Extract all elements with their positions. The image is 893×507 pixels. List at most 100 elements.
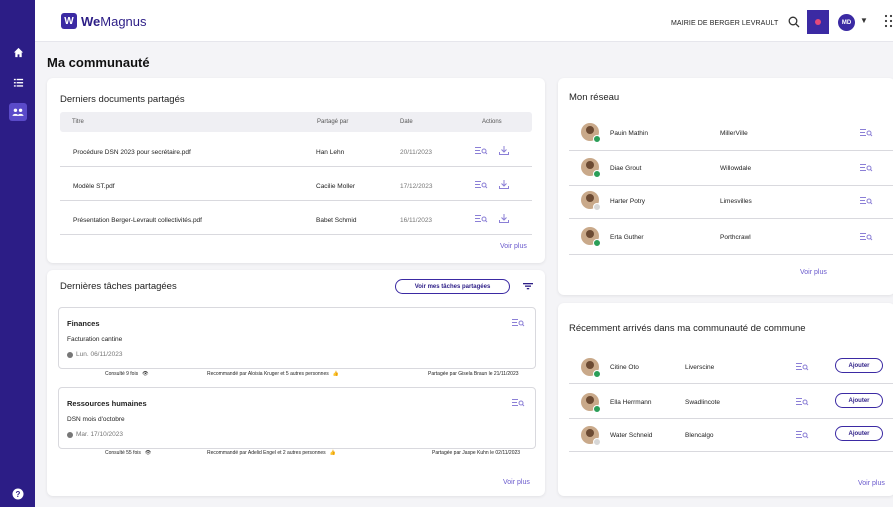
- task-views: Consulté 55 fois: [105, 450, 141, 456]
- preview-icon[interactable]: [474, 213, 488, 224]
- apps-grid-icon[interactable]: [884, 14, 893, 28]
- search-icon[interactable]: [788, 16, 800, 28]
- col-actions: Actions: [482, 119, 502, 125]
- doc-title[interactable]: Présentation Berger-Levrault collectivit…: [73, 217, 202, 224]
- avatar: [581, 158, 601, 178]
- person-name[interactable]: Pauin Mathin: [610, 130, 648, 137]
- logo-mark: W: [61, 13, 77, 29]
- community-icon[interactable]: [9, 103, 27, 121]
- preview-icon[interactable]: [511, 317, 525, 328]
- clock-icon: [67, 351, 73, 358]
- list-icon[interactable]: [10, 74, 26, 90]
- avatar: [581, 123, 601, 143]
- avatar: [581, 358, 601, 378]
- online-status-icon: [593, 239, 601, 247]
- download-icon[interactable]: [498, 145, 512, 156]
- recent-see-more-link[interactable]: Voir plus: [858, 480, 885, 487]
- tasks-card: Dernières tâches partagées Voir mes tâch…: [47, 270, 545, 496]
- preview-icon[interactable]: [859, 127, 873, 138]
- online-status-icon: [593, 370, 601, 378]
- task-category: Ressources humaines: [67, 399, 147, 408]
- preview-icon[interactable]: [795, 361, 809, 372]
- preview-icon[interactable]: [795, 429, 809, 440]
- list-item[interactable]: Diae Grout Willowdale: [569, 151, 893, 186]
- offline-status-icon: [593, 438, 601, 446]
- add-contact-button[interactable]: Ajouter: [835, 393, 883, 408]
- doc-date: 16/11/2023: [400, 217, 433, 224]
- logo-rest: Magnus: [100, 13, 147, 29]
- list-item[interactable]: Erta Guther Porthcrawl: [569, 220, 893, 255]
- logo-bold: We: [81, 13, 101, 29]
- app-logo[interactable]: W WeMagnus: [61, 13, 147, 29]
- list-item[interactable]: Water Schneid Blencalgo Ajouter: [569, 419, 893, 452]
- person-city: Blencalgo: [685, 432, 714, 439]
- thumbs-up-icon[interactable]: 👍: [333, 371, 339, 377]
- add-contact-button[interactable]: Ajouter: [835, 358, 883, 373]
- task-date: Lun. 06/11/2023: [76, 351, 123, 358]
- my-tasks-button[interactable]: Voir mes tâches partagées: [395, 279, 510, 294]
- user-avatar[interactable]: MD: [838, 14, 855, 31]
- person-name[interactable]: Water Schneid: [610, 432, 652, 439]
- task-title: DSN mois d'octobre: [67, 416, 125, 423]
- person-city: Liverscine: [685, 364, 715, 371]
- download-icon[interactable]: [498, 179, 512, 190]
- eye-icon: 👁: [144, 450, 152, 456]
- list-item[interactable]: Ella Herrmann Swadlincote Ajouter: [569, 386, 893, 419]
- person-city: Swadlincote: [685, 399, 721, 406]
- tasks-see-more-link[interactable]: Voir plus: [503, 479, 530, 486]
- doc-shared-by: Cacilie Moller: [316, 183, 356, 190]
- network-title: Mon réseau: [569, 92, 620, 103]
- person-name[interactable]: Harter Potry: [610, 198, 645, 205]
- documents-see-more-link[interactable]: Voir plus: [500, 243, 527, 250]
- doc-shared-by: Han Lehn: [316, 149, 345, 156]
- home-icon[interactable]: [10, 44, 26, 60]
- clock-icon: [67, 431, 73, 438]
- task-item[interactable]: Ressources humaines DSN mois d'octobre M…: [58, 387, 536, 449]
- task-recommended: Recommandé par Adelid Engel et 2 autres …: [207, 450, 326, 456]
- table-row: Modèle ST.pdf Cacilie Moller 17/12/2023: [60, 168, 532, 201]
- task-item[interactable]: Finances Facturation cantine Lun. 06/11/…: [58, 307, 536, 369]
- person-city: Limesvilles: [720, 198, 752, 205]
- recent-title: Récemment arrivés dans ma communauté de …: [569, 323, 806, 334]
- person-name[interactable]: Citine Oto: [610, 364, 639, 371]
- documents-title: Derniers documents partagés: [60, 94, 185, 105]
- person-name[interactable]: Diae Grout: [610, 165, 641, 172]
- help-icon[interactable]: ?: [10, 486, 26, 502]
- preview-icon[interactable]: [859, 231, 873, 242]
- doc-title[interactable]: Procédure DSN 2023 pour secrétaire.pdf: [73, 149, 191, 156]
- person-city: Porthcrawl: [720, 234, 751, 241]
- list-item[interactable]: Harter Potry Limesvilles: [569, 184, 893, 219]
- thumbs-up-icon[interactable]: 👍: [330, 450, 336, 456]
- notification-button[interactable]: [807, 10, 829, 34]
- notification-dot-icon: [815, 19, 821, 25]
- col-shared-by: Partagé par: [317, 119, 349, 125]
- avatar: [581, 393, 601, 413]
- offline-status-icon: [593, 203, 601, 211]
- add-contact-button[interactable]: Ajouter: [835, 426, 883, 441]
- task-views: Consulté 9 fois: [105, 371, 139, 377]
- preview-icon[interactable]: [859, 162, 873, 173]
- preview-icon[interactable]: [795, 396, 809, 407]
- preview-icon[interactable]: [859, 195, 873, 206]
- preview-icon[interactable]: [474, 179, 488, 190]
- online-status-icon: [593, 135, 601, 143]
- person-name[interactable]: Ella Herrmann: [610, 399, 652, 406]
- doc-date: 17/12/2023: [400, 183, 433, 190]
- doc-title[interactable]: Modèle ST.pdf: [73, 183, 115, 190]
- list-item[interactable]: Pauin Mathin MillerVille: [569, 116, 893, 151]
- download-icon[interactable]: [498, 213, 512, 224]
- person-city: MillerVille: [720, 130, 748, 137]
- page-title: Ma communauté: [47, 55, 150, 70]
- organization-name[interactable]: MAIRIE DE BERGER LEVRAULT: [671, 20, 778, 27]
- preview-icon[interactable]: [511, 397, 525, 408]
- person-name[interactable]: Erta Guther: [610, 234, 644, 241]
- task-date: Mar. 17/10/2023: [76, 431, 123, 438]
- task-recommended: Recommandé par Aloisia Kruger et 5 autre…: [207, 371, 329, 377]
- chevron-down-icon[interactable]: ▼: [860, 16, 868, 25]
- list-item[interactable]: Citine Oto Liverscine Ajouter: [569, 351, 893, 384]
- filter-icon[interactable]: [523, 281, 533, 291]
- preview-icon[interactable]: [474, 145, 488, 156]
- task-title: Facturation cantine: [67, 336, 123, 343]
- col-date: Date: [400, 119, 413, 125]
- network-see-more-link[interactable]: Voir plus: [800, 269, 827, 276]
